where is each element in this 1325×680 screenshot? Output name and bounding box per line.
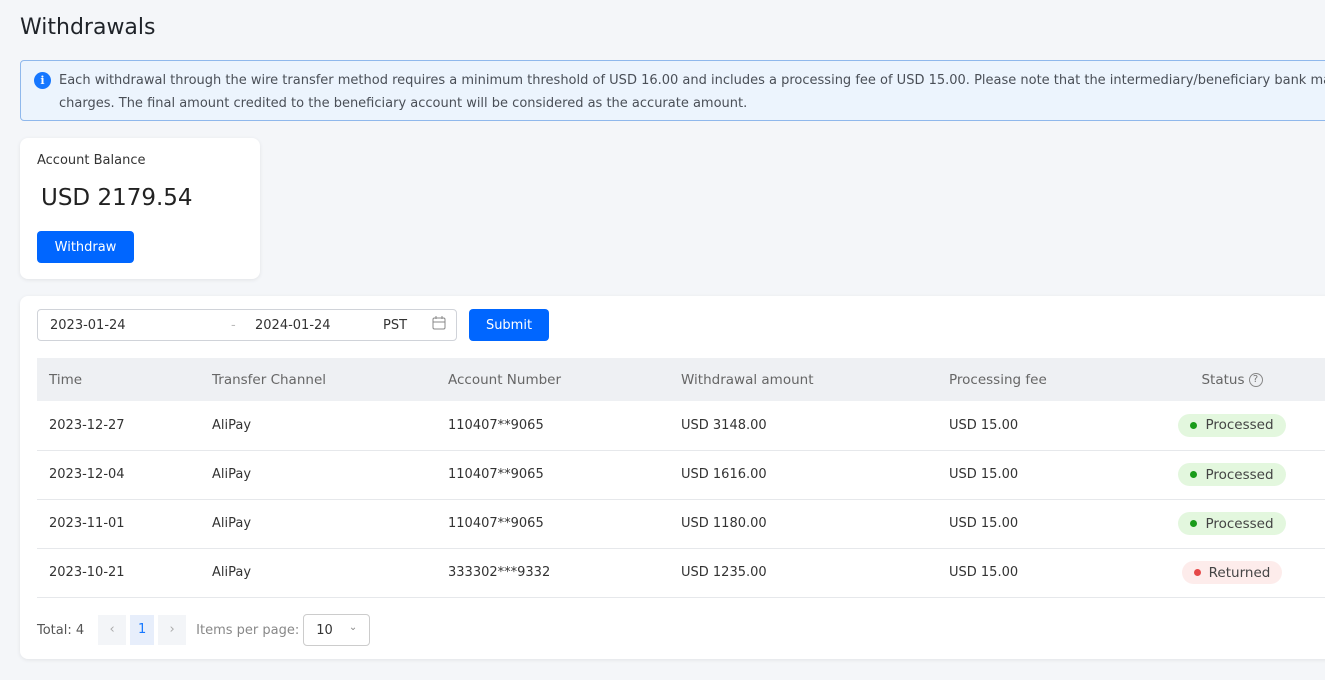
cell-channel: AliPay — [200, 499, 436, 549]
total-count: Total: 4 — [37, 622, 85, 638]
status-badge: Processed — [1178, 463, 1286, 486]
pagination: Total: 4 ‹ 1 › Items per page: 10 ⌄ — [37, 614, 371, 646]
cell-amount: USD 1616.00 — [669, 450, 937, 500]
status-text: Returned — [1208, 564, 1271, 581]
page-size-select[interactable]: 10 ⌄ — [303, 614, 371, 646]
status-text: Processed — [1205, 515, 1274, 532]
cell-time: 2023-12-27 — [37, 401, 200, 451]
cell-amount: USD 1235.00 — [669, 548, 937, 598]
submit-button[interactable]: Submit — [469, 309, 549, 341]
withdrawals-table: Time Transfer Channel Account Number Wit… — [37, 358, 1325, 598]
cell-time: 2023-10-21 — [37, 548, 200, 598]
range-separator: - — [231, 318, 236, 333]
cell-status: Processed — [1137, 401, 1325, 451]
page-size-value: 10 — [316, 623, 333, 638]
table-row: 2023-11-01 AliPay 110407**9065 USD 1180.00 U… — [37, 499, 1325, 549]
cell-fee: USD 15.00 — [937, 499, 1137, 549]
info-notice: i Each withdrawal through the wire trans… — [20, 60, 1325, 121]
table-row: 2023-12-27 AliPay 110407**9065 USD 3148.00 U… — [37, 401, 1325, 451]
cell-time: 2023-12-04 — [37, 450, 200, 500]
cell-status: Returned — [1137, 548, 1325, 598]
table-row: 2023-10-21 AliPay 333302***9332 USD 1235.00… — [37, 548, 1325, 598]
col-account: Account Number — [436, 358, 669, 401]
notice-line-2: charges. The final amount credited to th… — [59, 96, 748, 111]
calendar-icon[interactable] — [432, 315, 446, 335]
end-date-input[interactable]: 2024-01-24 — [255, 318, 331, 333]
info-icon: i — [34, 72, 51, 89]
start-date-input[interactable]: 2023-01-24 — [50, 318, 126, 333]
cell-status: Processed — [1137, 450, 1325, 500]
status-dot-icon — [1190, 421, 1198, 429]
col-fee: Processing fee — [937, 358, 1137, 401]
cell-account: 110407**9065 — [436, 499, 669, 549]
items-per-page-label: Items per page: — [196, 622, 300, 638]
cell-fee: USD 15.00 — [937, 450, 1137, 500]
status-badge: Processed — [1178, 512, 1286, 535]
next-page-icon[interactable]: › — [158, 615, 187, 645]
notice-line-1: Each withdrawal through the wire transfe… — [59, 73, 1325, 88]
timezone-label: PST — [383, 318, 408, 333]
col-status: Status? — [1137, 358, 1325, 401]
cell-fee: USD 15.00 — [937, 401, 1137, 451]
cell-channel: AliPay — [200, 450, 436, 500]
balance-card: Account Balance USD 2179.54 Withdraw — [20, 138, 260, 279]
prev-page-icon[interactable]: ‹ — [98, 615, 127, 645]
balance-label: Account Balance — [37, 153, 146, 168]
page-1-button[interactable]: 1 — [130, 615, 155, 645]
cell-channel: AliPay — [200, 548, 436, 598]
col-amount: Withdrawal amount — [669, 358, 937, 401]
status-header-label: Status — [1201, 371, 1245, 388]
cell-account: 333302***9332 — [436, 548, 669, 598]
table-header: Time Transfer Channel Account Number Wit… — [37, 358, 1325, 401]
cell-fee: USD 15.00 — [937, 548, 1137, 598]
status-text: Processed — [1205, 417, 1274, 434]
cell-time: 2023-11-01 — [37, 499, 200, 549]
status-dot-icon — [1193, 569, 1201, 576]
page-title: Withdrawals — [20, 15, 156, 40]
cell-account: 110407**9065 — [436, 401, 669, 451]
cell-status: Processed — [1137, 499, 1325, 549]
withdrawals-panel: 2023-01-24 - 2024-01-24 PST Submit Time … — [20, 296, 1325, 659]
cell-amount: USD 1180.00 — [669, 499, 937, 549]
date-range-picker[interactable]: 2023-01-24 - 2024-01-24 PST — [37, 309, 457, 341]
status-dot-icon — [1190, 471, 1198, 478]
status-text: Processed — [1205, 466, 1274, 483]
status-dot-icon — [1190, 520, 1198, 527]
help-icon[interactable]: ? — [1248, 372, 1263, 387]
table-row: 2023-12-04 AliPay 110407**9065 USD 1616.00 U… — [37, 450, 1325, 500]
chevron-down-icon: ⌄ — [348, 622, 358, 633]
status-badge: Returned — [1181, 561, 1283, 584]
balance-amount: USD 2179.54 — [41, 185, 193, 211]
status-badge: Processed — [1178, 413, 1286, 437]
col-channel: Transfer Channel — [200, 358, 436, 401]
cell-account: 110407**9065 — [436, 450, 669, 500]
cell-amount: USD 3148.00 — [669, 401, 937, 451]
cell-channel: AliPay — [200, 401, 436, 451]
col-time: Time — [37, 358, 200, 401]
withdraw-button[interactable]: Withdraw — [37, 231, 134, 263]
